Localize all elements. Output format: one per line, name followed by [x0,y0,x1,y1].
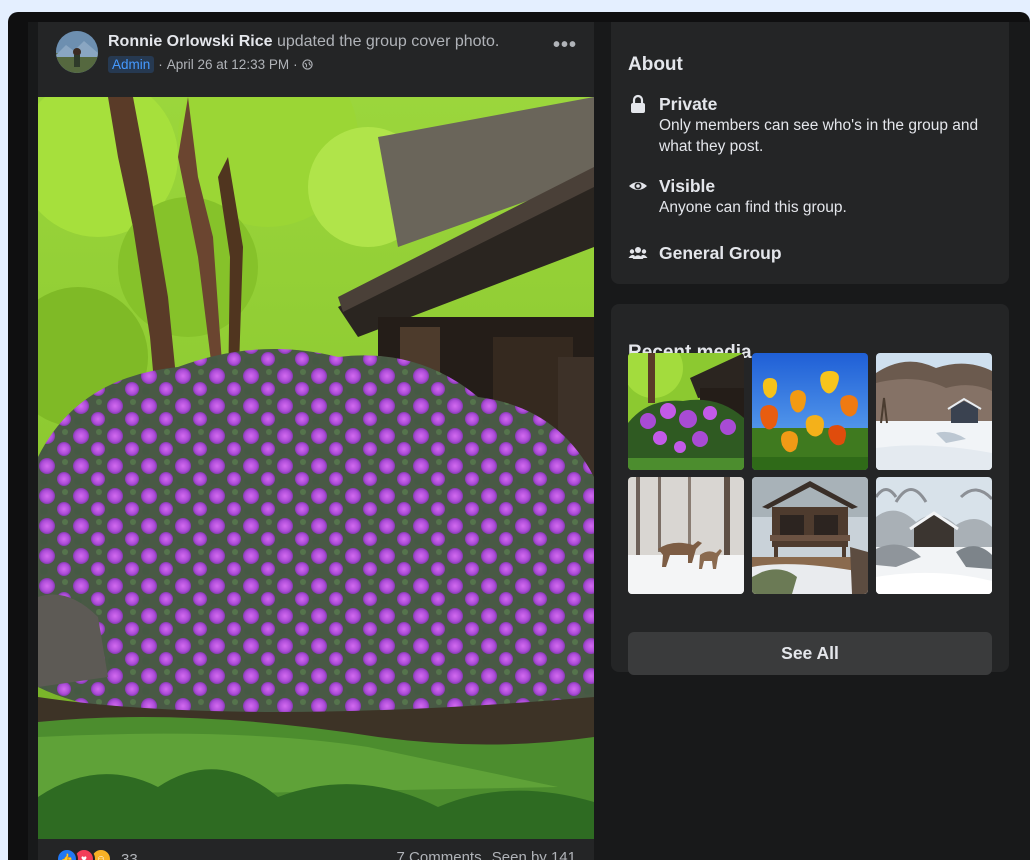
post-author-line: Ronnie Orlowski Rice updated the group c… [108,33,499,51]
media-thumbnail-tulips[interactable] [752,353,868,470]
thumb-image [876,353,992,470]
lock-icon [631,94,645,113]
meta-separator-2: · [293,57,298,72]
group-page: Ronnie Orlowski Rice updated the group c… [28,22,1030,860]
about-item-desc-visible: Anyone can find this group. [659,199,847,216]
thumb-image [628,353,744,470]
about-title: About [628,54,683,75]
eye-icon [629,182,647,190]
media-thumbnail-snowy-cabin-woods[interactable] [876,477,992,594]
post-stats: 7 Comments Seen by 141 [391,849,576,860]
recent-media-card: Recent media See All [611,304,1009,675]
reactions-summary[interactable]: 👍 ♥ ☺ 33 [56,848,138,860]
globe-icon[interactable] [301,59,313,70]
rhododendron-photo [38,97,594,839]
post-meta: Admin · April 26 at 12:33 PM · [108,56,313,73]
about-item-desc-private: Only members can see who's in the group … [659,117,979,155]
post-header: Ronnie Orlowski Rice updated the group c… [38,22,594,86]
post-photo[interactable] [38,97,594,839]
media-thumbnail-snowy-mountain-cabin[interactable] [876,353,992,470]
media-thumbnail-cabin-porch[interactable] [752,477,868,594]
post-card: Ronnie Orlowski Rice updated the group c… [38,22,594,860]
admin-badge[interactable]: Admin [108,56,155,73]
like-icon: 👍 [56,848,78,860]
about-item-visible: Visible Anyone can find this group. [628,175,979,218]
post-timestamp[interactable]: April 26 at 12:33 PM [167,57,289,72]
about-card: About Private Only members can see who's… [611,22,1009,284]
see-all-button[interactable]: See All [628,632,992,675]
people-icon [628,247,648,259]
app-window: Ronnie Orlowski Rice updated the group c… [8,12,1030,860]
media-thumbnail-deer-in-snow[interactable] [628,477,744,594]
media-thumbnail-rhododendron-cabin[interactable] [628,353,744,470]
about-item-private: Private Only members can see who's in th… [628,93,979,157]
about-item-title-visible: Visible [659,176,716,196]
avatar-image [56,31,98,73]
post-action: updated the group cover photo. [276,33,500,50]
thumb-image [876,477,992,594]
post-more-button[interactable]: ••• [550,32,580,58]
comments-count[interactable]: 7 Comments [397,849,482,860]
reaction-count: 33 [121,850,138,860]
about-item-title-private: Private [659,94,718,114]
seen-count[interactable]: Seen by 141 [492,849,576,860]
more-icon: ••• [552,33,577,56]
thumb-image [752,353,868,470]
thumb-image [628,477,744,594]
thumb-image [752,477,868,594]
meta-separator: · [158,57,163,72]
post-footer: 👍 ♥ ☺ 33 7 Comments Seen by 141 [38,839,594,860]
author-name[interactable]: Ronnie Orlowski Rice [108,33,272,50]
author-avatar[interactable] [56,31,98,73]
about-item-general-group: General Group [628,242,782,264]
recent-media-grid [628,353,992,595]
about-item-title-general-group: General Group [659,243,782,263]
